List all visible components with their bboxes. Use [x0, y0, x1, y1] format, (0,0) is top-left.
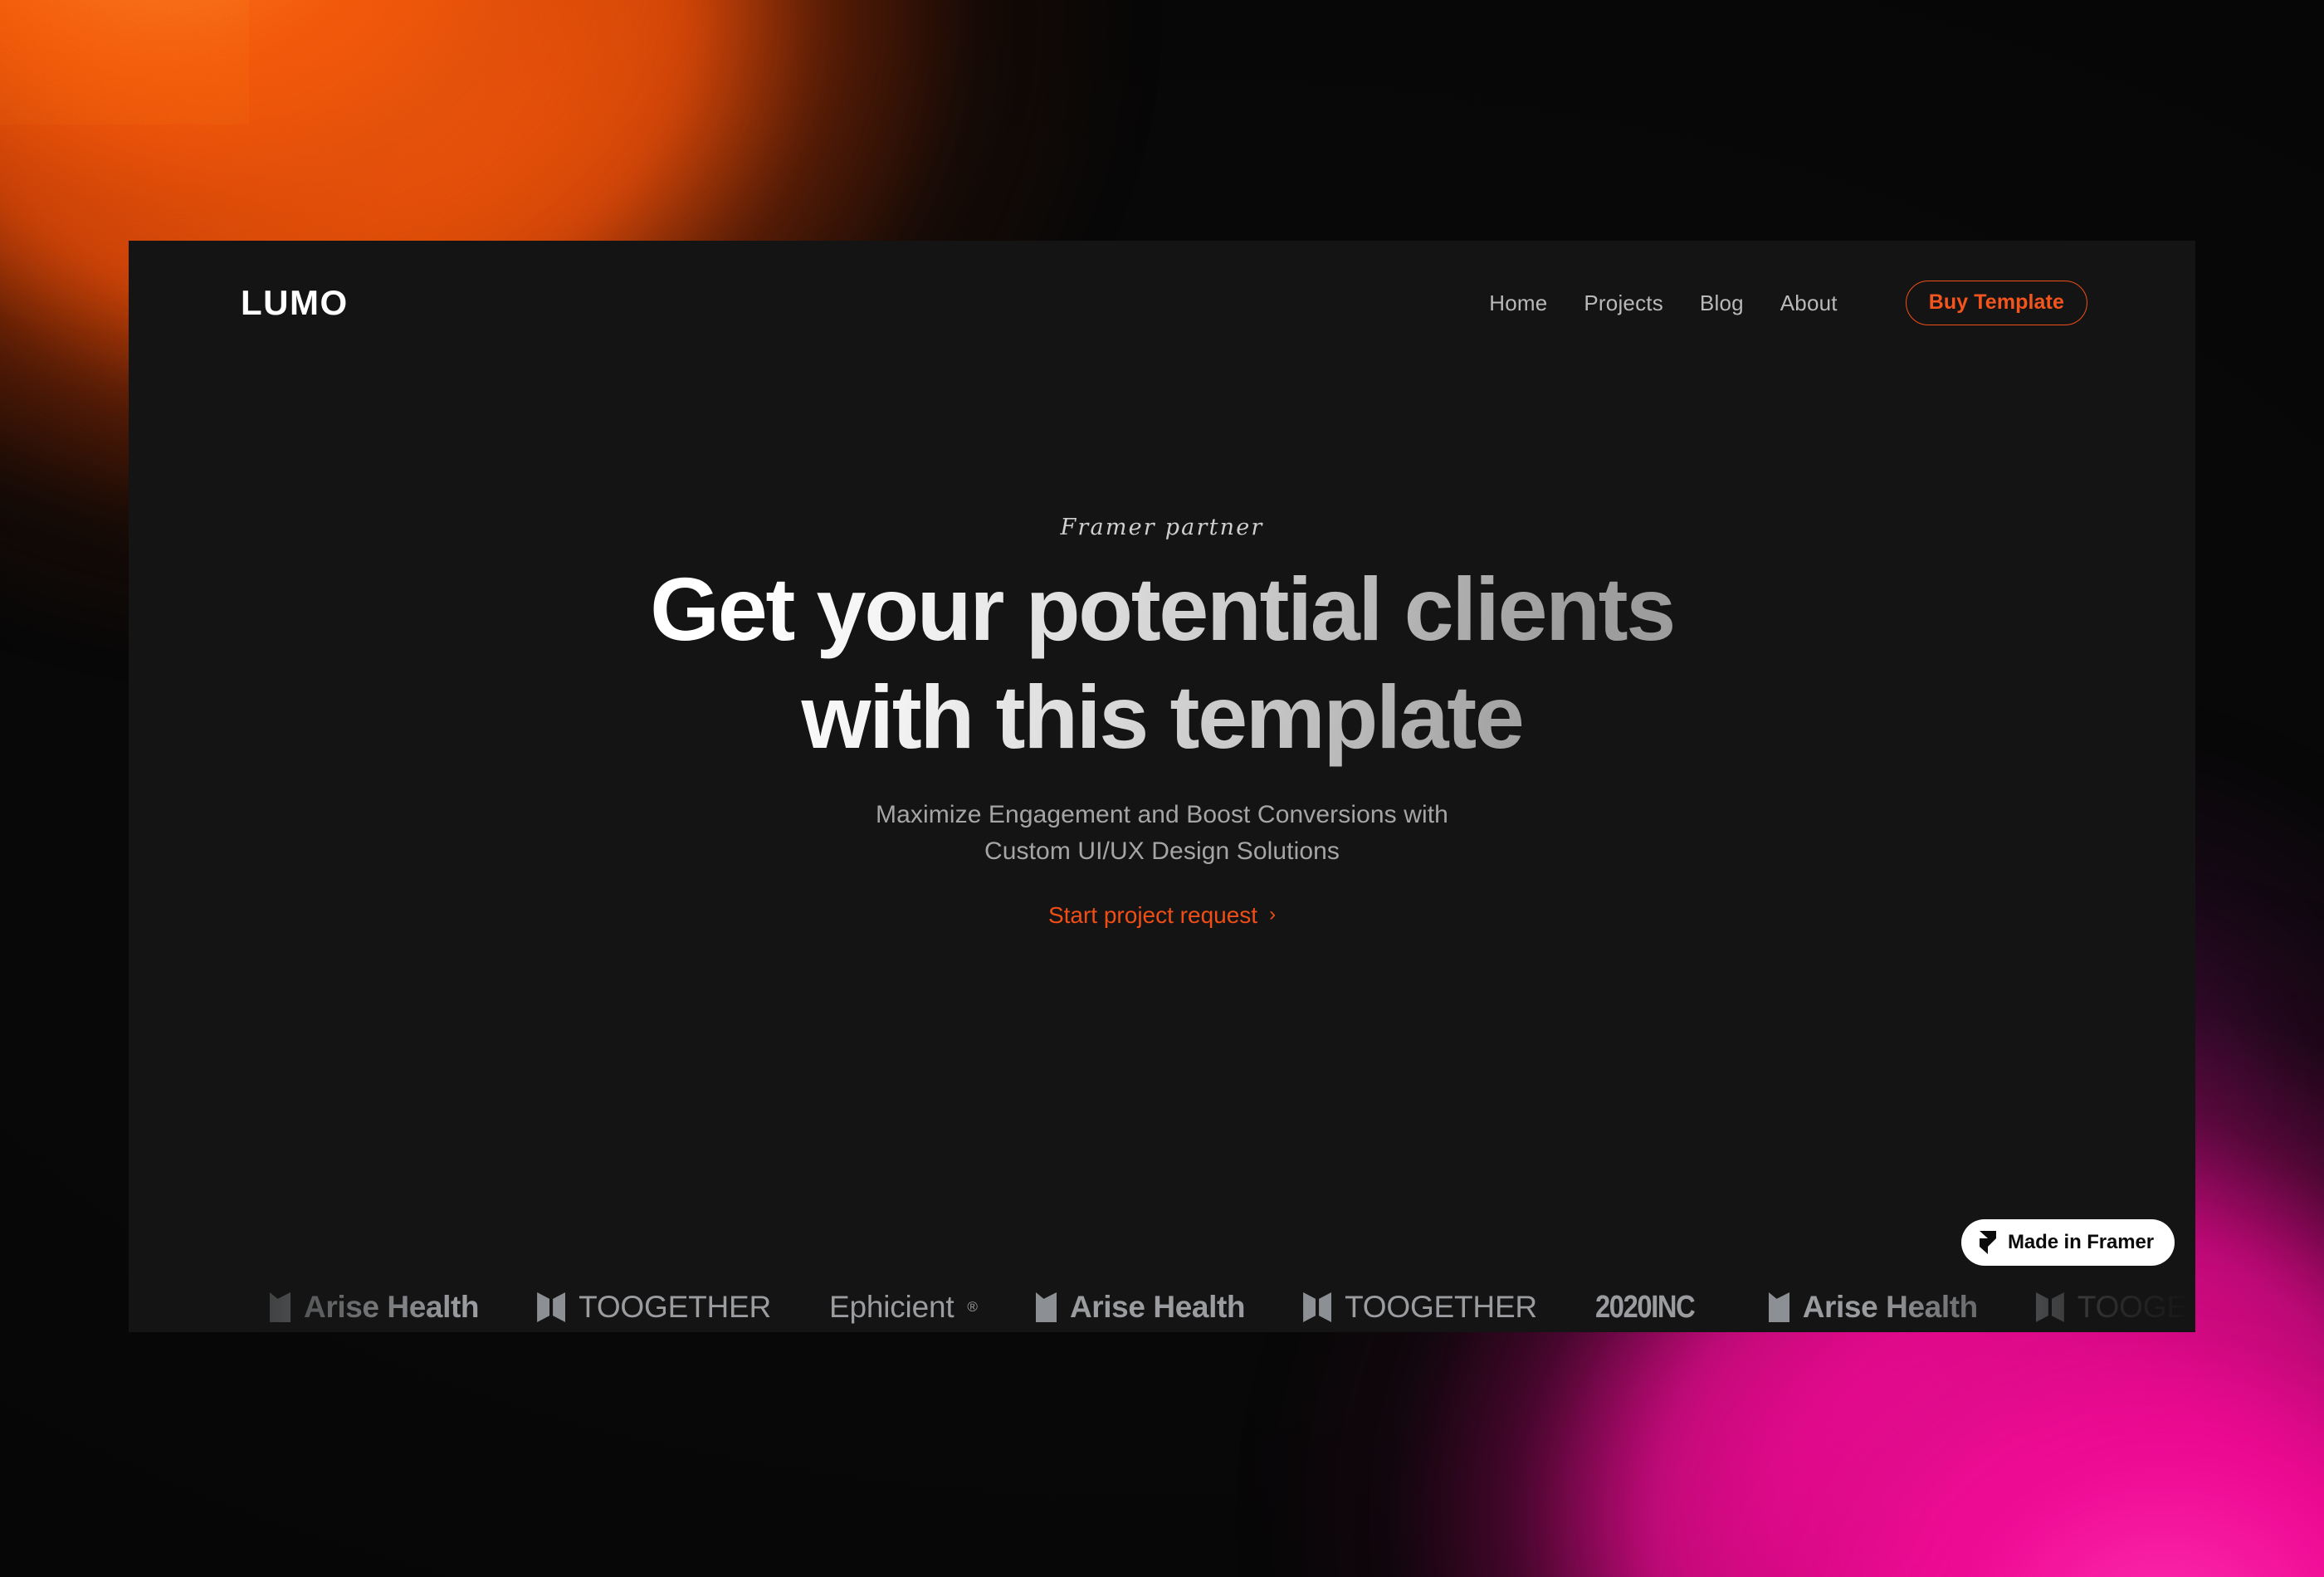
brand-logo-label: Arise Health: [1069, 1290, 1246, 1324]
registered-trademark-icon: ®: [967, 1299, 978, 1315]
brand-logo-toogether-2: TOOGETHER: [1303, 1290, 1537, 1325]
made-in-framer-label: Made in Framer: [2008, 1231, 2154, 1253]
brand-logo-label: Arise Health: [1802, 1290, 1979, 1324]
brand-logo-arise-health-2: Arise Health: [1036, 1290, 1245, 1325]
bowtie-icon: [537, 1292, 566, 1322]
brand-logo-label: 2020INC: [1594, 1289, 1696, 1325]
brand-logo-label: TOOGETHER: [1345, 1290, 1537, 1324]
hero-subtitle: Maximize Engagement and Boost Conversion…: [876, 797, 1448, 869]
buy-template-button[interactable]: Buy Template: [1905, 281, 2087, 325]
hero-heading-line-1: Get your potential clients: [650, 559, 1674, 659]
nav-link-projects[interactable]: Projects: [1584, 290, 1663, 316]
pennant-icon: [270, 1292, 290, 1322]
brand-logo-label: Arise Health: [304, 1290, 480, 1324]
nav-link-home[interactable]: Home: [1489, 290, 1547, 316]
made-in-framer-badge[interactable]: Made in Framer: [1961, 1219, 2175, 1266]
logo-marquee-track: Arise Health TOOGETHER Ephicient ® Arise …: [270, 1262, 2195, 1332]
pennant-icon: [1769, 1292, 1789, 1322]
pennant-icon: [1036, 1292, 1057, 1322]
website-preview-card: LUMO Home Projects Blog About Buy Templa…: [129, 241, 2195, 1332]
logo-marquee: Arise Health TOOGETHER Ephicient ® Arise …: [129, 1262, 2195, 1332]
hero-eyebrow: Framer partner: [1060, 515, 1264, 540]
navbar: LUMO Home Projects Blog About Buy Templa…: [129, 241, 2195, 365]
hero-cta-label: Start project request: [1047, 902, 1258, 929]
brand-logo-label: Ephicient: [829, 1290, 954, 1324]
brand-logo-toogether-1: TOOGETHER: [537, 1290, 771, 1325]
framer-logo-icon: [1980, 1231, 1996, 1254]
brand-logo-toogether-3: TOOGETHER: [2035, 1290, 2195, 1325]
chevron-right-icon: ›: [1269, 903, 1277, 926]
brand-logo-label: TOOGETHER: [579, 1290, 771, 1324]
hero-heading: Get your potential clients with this tem…: [650, 555, 1674, 770]
brand-logo-arise-health-3: Arise Health: [1769, 1290, 1978, 1325]
hero-subtitle-line-2: Custom UI/UX Design Solutions: [984, 837, 1340, 865]
nav-link-about[interactable]: About: [1780, 290, 1838, 316]
brand-logo-label: TOOGETHER: [2077, 1290, 2195, 1324]
hero-subtitle-line-1: Maximize Engagement and Boost Conversion…: [876, 801, 1448, 829]
bowtie-icon: [1303, 1292, 1332, 1322]
brand-logo-2020inc: 2020INC: [1595, 1290, 1711, 1326]
hero-heading-line-2: with this template: [801, 666, 1523, 767]
start-project-request-link[interactable]: Start project request ›: [1048, 902, 1276, 929]
bowtie-icon: [2035, 1292, 2064, 1322]
hero-section: Framer partner Get your potential client…: [129, 515, 2195, 929]
brand-logo-ephicient: Ephicient ®: [829, 1290, 978, 1325]
nav-links: Home Projects Blog About Buy Template: [1489, 281, 2087, 325]
brand-logo[interactable]: LUMO: [241, 283, 349, 323]
nav-link-blog[interactable]: Blog: [1700, 290, 1744, 316]
brand-logo-arise-health-1: Arise Health: [270, 1290, 480, 1325]
